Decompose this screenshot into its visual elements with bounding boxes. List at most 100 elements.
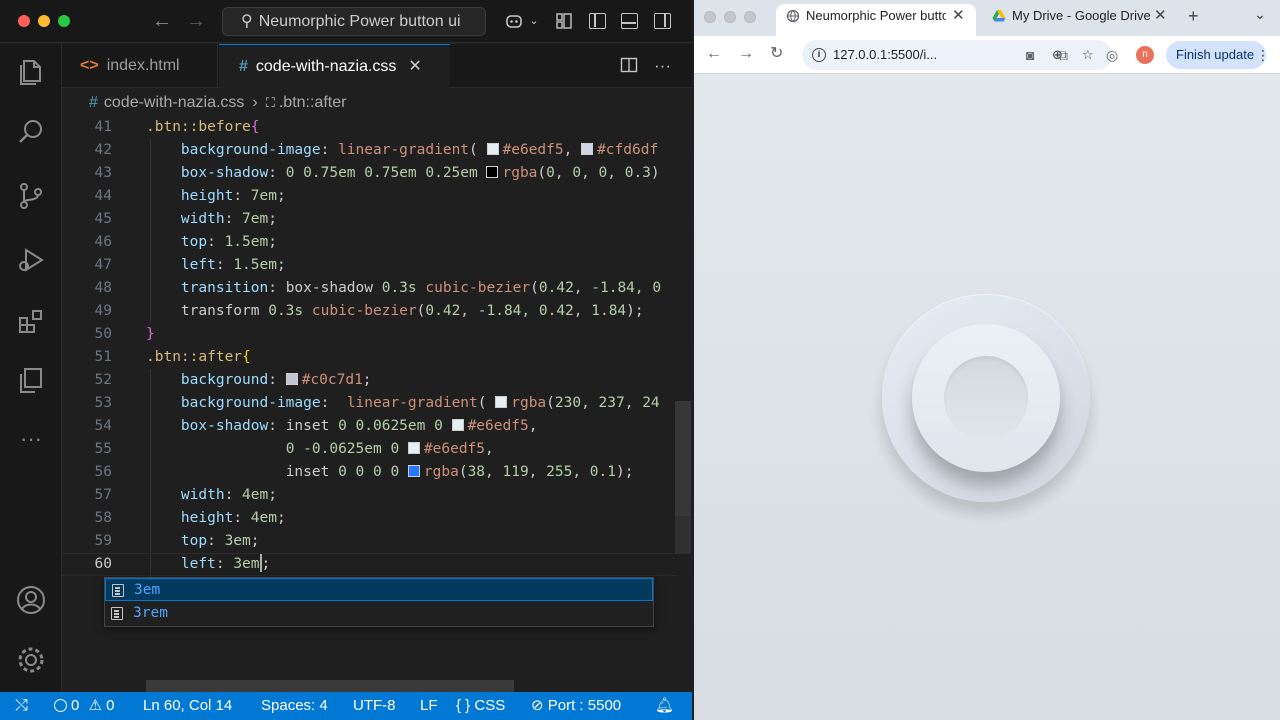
language-mode[interactable]: { } CSS [456, 692, 505, 720]
line-number: 42 [94, 142, 112, 158]
forward-arrow-icon[interactable]: → [738, 44, 754, 64]
close-window-button[interactable] [704, 11, 716, 23]
breadcrumb-symbol[interactable]: .btn::after [279, 94, 347, 111]
color-swatch[interactable] [486, 166, 499, 178]
code-line[interactable]: 57 width: 4em; [62, 484, 692, 507]
minimize-window-button[interactable] [724, 11, 736, 23]
end-of-line[interactable]: LF [420, 692, 438, 720]
cursor-position[interactable]: Ln 60, Col 14 [143, 692, 232, 720]
back-arrow-icon[interactable]: ← [152, 9, 172, 33]
browser-tab-active[interactable]: Neumorphic Power button u ✕ [776, 4, 976, 36]
color-swatch[interactable] [495, 396, 508, 408]
code-token: ( [546, 395, 555, 411]
live-server-port[interactable]: ⊘ Port : 5500 [531, 692, 621, 720]
indentation[interactable]: Spaces: 4 [261, 692, 328, 720]
tab-search-chevron-icon[interactable]: ⌄ [1254, 4, 1266, 24]
camera-icon[interactable]: ◙ [1026, 46, 1034, 64]
close-tab-icon[interactable]: ✕ [952, 4, 965, 28]
color-swatch[interactable] [451, 419, 464, 431]
code-line[interactable]: 51 .btn::after{ [62, 346, 692, 369]
tab-code-with-nazia-css[interactable]: # code-with-nazia.css ✕ [219, 44, 450, 88]
color-swatch[interactable] [285, 373, 298, 385]
code-editor[interactable]: 41 .btn::before{42 background-image: line… [62, 116, 692, 692]
maximize-window-button[interactable] [744, 11, 756, 23]
chevron-down-icon[interactable]: ⌄ [524, 11, 544, 31]
command-center-search[interactable]: ⚲ Neumorphic Power button ui [222, 7, 486, 36]
copilot-icon[interactable] [504, 11, 524, 31]
code-token: 3em [233, 556, 260, 572]
more-menu-icon[interactable]: ⋮ [1256, 46, 1270, 64]
problems-indicator[interactable]: 0 ⚠ 0 [54, 692, 114, 720]
notifications-bell-icon[interactable]: 🔔︎ [655, 692, 674, 720]
code-line[interactable]: 44 height: 7em; [62, 185, 692, 208]
suggestion-item[interactable]: 3rem [105, 602, 653, 625]
code-line[interactable]: 49 transform 0.3s cubic-bezier(0.42, -1.… [62, 300, 692, 323]
code-line[interactable]: 48 transition: box-shadow 0.3s cubic-bez… [62, 277, 692, 300]
more-views-icon[interactable]: ··· [15, 428, 47, 460]
gear-icon[interactable] [15, 644, 47, 676]
line-number: 47 [94, 257, 112, 273]
code-token: background-image [146, 142, 321, 158]
source-control-icon[interactable] [15, 180, 47, 212]
explorer-icon[interactable] [15, 56, 47, 88]
more-actions-icon[interactable]: ··· [654, 56, 671, 76]
code-line[interactable]: 46 top: 1.5em; [62, 231, 692, 254]
extensions-icon[interactable] [15, 306, 47, 338]
run-debug-icon[interactable] [15, 244, 47, 276]
close-window-button[interactable] [18, 15, 30, 27]
code-line[interactable]: 45 width: 7em; [62, 208, 692, 231]
split-editor-icon[interactable] [620, 56, 638, 79]
neumorphic-power-button[interactable] [882, 294, 1090, 502]
performance-icon[interactable]: ◎ [1106, 46, 1118, 64]
code-line[interactable]: 43 box-shadow: 0 0.75em 0.75em 0.25em rg… [62, 162, 692, 185]
code-line[interactable]: 58 height: 4em; [62, 507, 692, 530]
code-line[interactable]: 56 inset 0 0 0 0 rgba(38, 119, 255, 0.1)… [62, 461, 692, 484]
vertical-scrollbar-thumb[interactable] [675, 516, 691, 554]
new-tab-icon[interactable]: + [1188, 6, 1199, 26]
search-icon[interactable] [15, 116, 47, 148]
vertical-scrollbar[interactable] [675, 401, 691, 516]
remote-explorer-icon[interactable] [15, 364, 47, 396]
close-icon[interactable]: ✕ [408, 58, 421, 75]
tab-index-html[interactable]: <> index.html [62, 44, 218, 88]
extensions-puzzle-icon[interactable]: ⧉ [1058, 46, 1068, 64]
color-swatch[interactable] [581, 143, 594, 155]
code-token: ) [650, 165, 660, 181]
remote-icon[interactable]: ⤭ [15, 692, 28, 720]
code-line[interactable]: 52 background: #c0c7d1; [62, 369, 692, 392]
code-line[interactable]: 53 background-image: linear-gradient( rg… [62, 392, 692, 415]
account-icon[interactable] [15, 584, 47, 616]
code-line[interactable]: 50} [62, 323, 692, 346]
breadcrumb-file[interactable]: code-with-nazia.css [104, 94, 245, 111]
finish-update-button[interactable]: Finish update [1166, 41, 1266, 69]
toggle-panel-icon[interactable] [621, 13, 638, 29]
code-line[interactable]: 55 0 -0.0625em 0 #e6edf5, [62, 438, 692, 461]
horizontal-scrollbar[interactable] [146, 680, 514, 692]
browser-tab-google-drive[interactable]: My Drive - Google Drive ✕ [982, 4, 1172, 36]
layout-customize-icon[interactable] [554, 11, 574, 31]
back-arrow-icon[interactable]: ← [706, 44, 722, 64]
minimize-window-button[interactable] [38, 15, 50, 27]
avatar[interactable]: n [1136, 46, 1154, 64]
toggle-secondary-sidebar-icon[interactable] [654, 13, 671, 29]
maximize-window-button[interactable] [58, 15, 70, 27]
reload-icon[interactable]: ↻ [770, 44, 783, 64]
forward-arrow-icon[interactable]: → [186, 9, 206, 33]
code-line[interactable]: 54 box-shadow: inset 0 0.0625em 0 #e6edf… [62, 415, 692, 438]
bookmark-star-icon[interactable]: ☆ [1082, 40, 1094, 70]
code-line[interactable]: 60 left: 3em; [62, 553, 692, 576]
value-icon [112, 584, 124, 597]
suggestion-item[interactable]: 3em [105, 578, 653, 601]
color-swatch[interactable] [486, 143, 499, 155]
html-file-icon: <> [80, 57, 99, 74]
site-info-icon[interactable]: i [812, 48, 826, 62]
code-line[interactable]: 59 top: 3em; [62, 530, 692, 553]
color-swatch[interactable] [407, 465, 420, 477]
code-line[interactable]: 41 .btn::before{ [62, 116, 692, 139]
code-line[interactable]: 47 left: 1.5em; [62, 254, 692, 277]
color-swatch[interactable] [407, 442, 420, 454]
code-line[interactable]: 42 background-image: linear-gradient( #e… [62, 139, 692, 162]
encoding[interactable]: UTF-8 [353, 692, 396, 720]
toggle-primary-sidebar-icon[interactable] [589, 13, 606, 29]
close-tab-icon[interactable]: ✕ [1154, 4, 1167, 28]
